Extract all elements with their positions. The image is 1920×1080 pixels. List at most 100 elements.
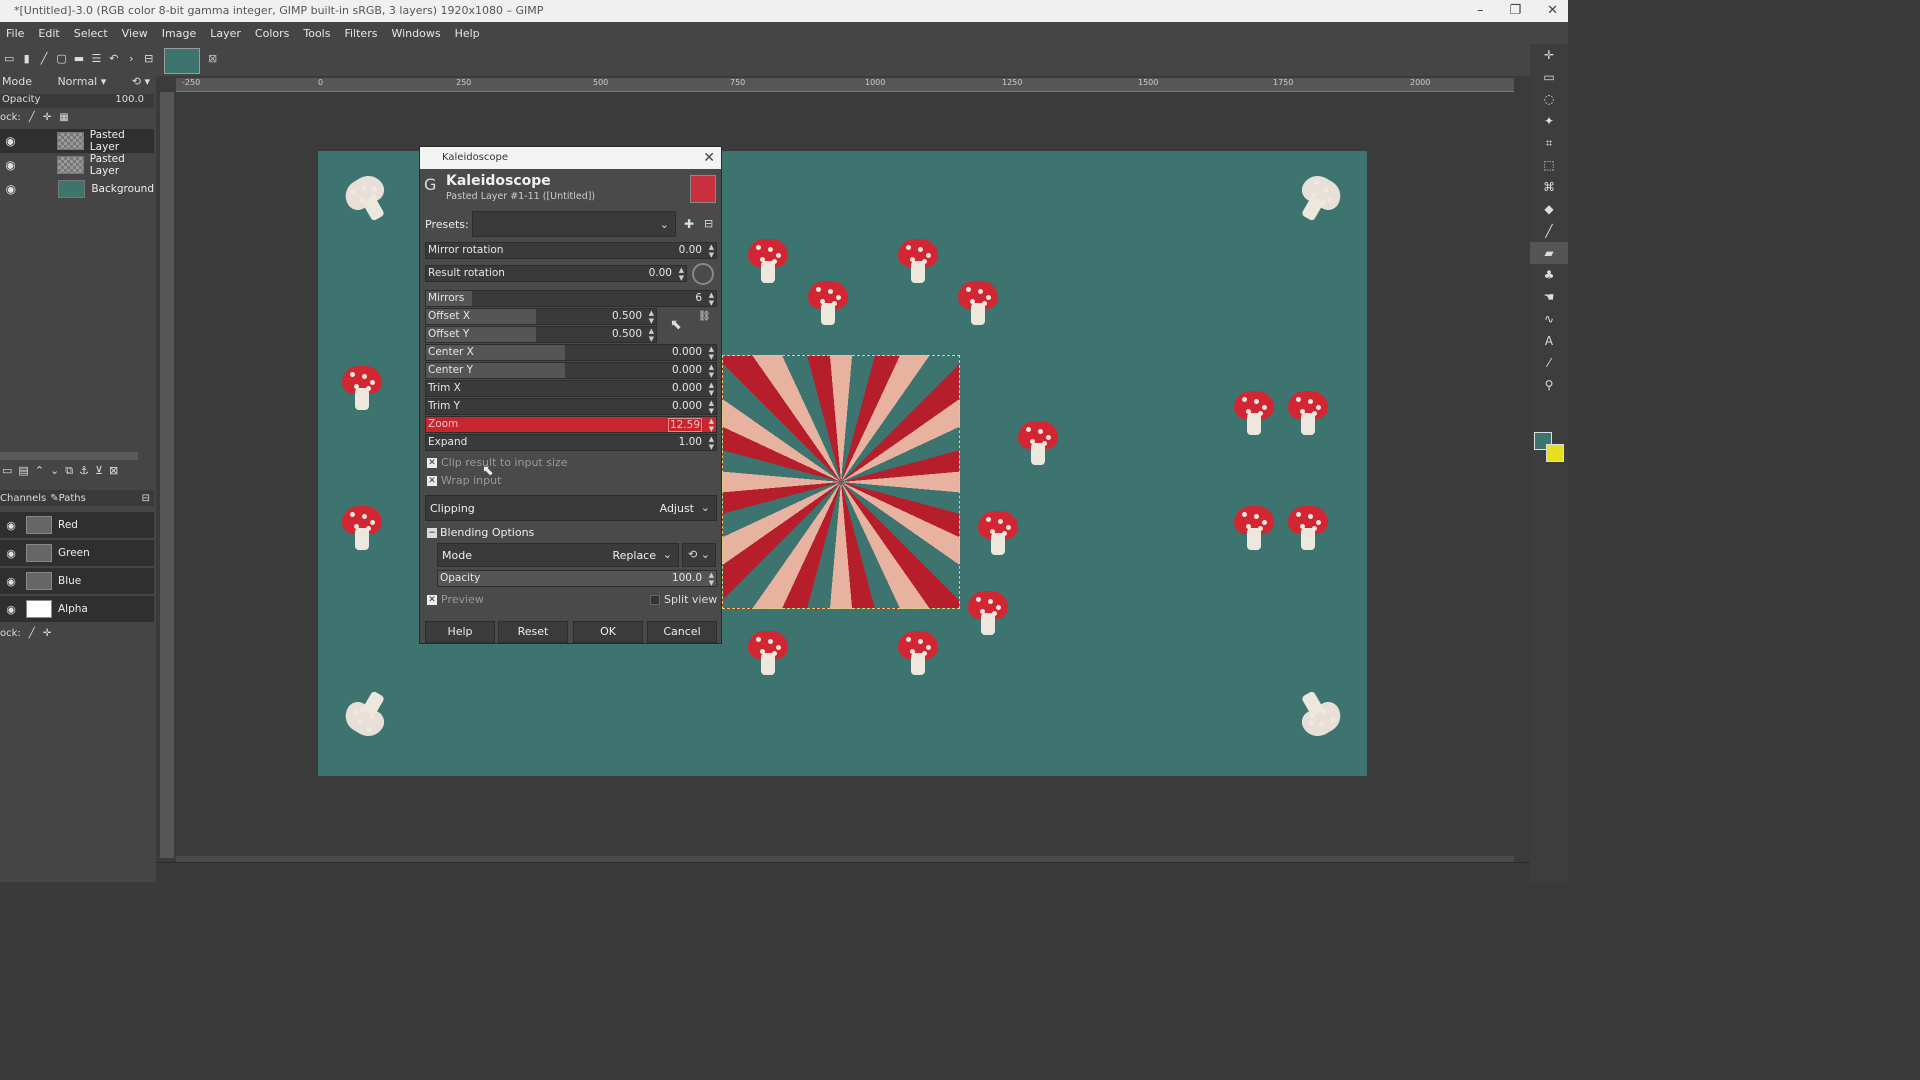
paintbrush-tool-icon[interactable]: ╱ xyxy=(1530,220,1568,242)
menu-edit[interactable]: Edit xyxy=(32,27,67,40)
spin-arrows-icon[interactable]: ▲ ▼ xyxy=(709,381,714,397)
cancel-button[interactable]: Cancel xyxy=(647,621,717,643)
tab-menu-icon[interactable]: ⊟ xyxy=(142,493,150,504)
new-layer-group-icon[interactable]: ▭ xyxy=(2,464,12,482)
visibility-eye-icon[interactable]: ◉ xyxy=(2,603,20,616)
new-image-icon[interactable]: ▭ xyxy=(2,51,16,66)
lock-position-icon[interactable]: ✛ xyxy=(43,628,51,642)
mirror-rotation-slider[interactable]: Mirror rotation 0.00 ▲ ▼ xyxy=(425,242,717,259)
menu-colors[interactable]: Colors xyxy=(249,27,297,40)
blending-options-label[interactable]: Blending Options xyxy=(440,526,534,539)
vertical-ruler[interactable] xyxy=(160,92,174,858)
menu-select[interactable]: Select xyxy=(68,27,116,40)
spin-arrows-icon[interactable]: ▲ ▼ xyxy=(679,266,684,282)
brush-icon[interactable]: ▮ xyxy=(19,51,33,66)
reset-button[interactable]: Reset xyxy=(498,621,568,643)
list-icon[interactable]: ☰ xyxy=(89,51,103,66)
visibility-eye-icon[interactable]: ◉ xyxy=(2,575,20,588)
channel-row[interactable]: ◉ Green xyxy=(0,540,154,566)
menu-file[interactable]: File xyxy=(0,27,32,40)
preview-checkbox[interactable]: ✕ xyxy=(427,595,437,605)
unified-transform-tool-icon[interactable]: ⬚ xyxy=(1530,154,1568,176)
menu-help[interactable]: Help xyxy=(449,27,488,40)
dialog-close-icon[interactable]: ✕ xyxy=(703,147,715,169)
clipping-dropdown[interactable]: Clipping Adjust ⌄ xyxy=(425,495,717,521)
mode-dropdown[interactable]: Normal ▾ xyxy=(57,75,106,88)
offset-y-slider[interactable]: Offset Y 0.500 ▲ ▼ xyxy=(425,326,657,343)
new-layer-icon[interactable]: ▤ xyxy=(18,464,28,482)
offset-x-slider[interactable]: Offset X 0.500 ▲ ▼ xyxy=(425,308,657,325)
tab-channels[interactable]: Channels xyxy=(0,493,46,504)
trim-x-slider[interactable]: Trim X 0.000 ▲ ▼ xyxy=(425,380,717,397)
visibility-eye-icon[interactable]: ◉ xyxy=(2,158,19,172)
channel-row[interactable]: ◉ Red xyxy=(0,512,154,538)
raise-layer-icon[interactable]: ⌃ xyxy=(35,464,44,482)
fuzzy-select-tool-icon[interactable]: ✦ xyxy=(1530,110,1568,132)
spin-arrows-icon[interactable]: ▲ ▼ xyxy=(709,417,714,433)
configure-icon[interactable]: ⊟ xyxy=(142,51,156,66)
mirrors-slider[interactable]: Mirrors 6 ▲ ▼ xyxy=(425,290,717,307)
spin-arrows-icon[interactable]: ▲ ▼ xyxy=(709,363,714,379)
background-color-swatch[interactable] xyxy=(1546,444,1564,462)
close-window-icon[interactable]: ✕ xyxy=(1547,0,1558,22)
preset-menu-icon[interactable]: ⊟ xyxy=(704,217,713,230)
display-icon[interactable]: ▢ xyxy=(54,51,68,66)
wrap-input-checkbox[interactable]: ✕ xyxy=(427,476,437,486)
image-tab-thumbnail[interactable] xyxy=(164,48,200,74)
move-tool-icon[interactable]: ✛ xyxy=(1530,44,1568,66)
chain-link-icon[interactable]: ⛓ xyxy=(698,312,711,322)
device-icon[interactable]: ▬ xyxy=(72,51,86,66)
visibility-eye-icon[interactable]: ◉ xyxy=(2,547,20,560)
lock-pixels-icon[interactable]: ╱ xyxy=(29,112,35,126)
bucket-fill-tool-icon[interactable]: ◆ xyxy=(1530,198,1568,220)
rotation-dial-icon[interactable] xyxy=(692,263,714,285)
dialog-titlebar[interactable]: Kaleidoscope ✕ xyxy=(420,147,721,169)
layer-row[interactable]: ◉ Pasted Layer xyxy=(0,153,154,177)
arrow-right-icon[interactable]: › xyxy=(124,51,138,66)
mode-reset-icon[interactable]: ⟲ ▾ xyxy=(132,75,150,88)
delete-layer-icon[interactable]: ⊠ xyxy=(109,464,118,482)
spin-arrows-icon[interactable]: ▲ ▼ xyxy=(709,291,714,307)
pick-coordinates-icon[interactable]: ⬉ xyxy=(670,317,682,333)
spin-arrows-icon[interactable]: ▲ ▼ xyxy=(649,327,654,343)
menu-image[interactable]: Image xyxy=(156,27,204,40)
spin-arrows-icon[interactable]: ▲ ▼ xyxy=(709,435,714,451)
center-x-slider[interactable]: Center X 0.000 ▲ ▼ xyxy=(425,344,717,361)
text-tool-icon[interactable]: A xyxy=(1530,330,1568,352)
blend-opacity-slider[interactable]: Opacity 100.0 ▲ ▼ xyxy=(437,570,717,587)
blend-mode-dropdown[interactable]: Mode Replace ⌄ xyxy=(437,543,679,567)
visibility-eye-icon[interactable]: ◉ xyxy=(2,134,19,148)
merge-layer-icon[interactable]: ⊻ xyxy=(95,464,103,482)
anchor-layer-icon[interactable]: ⚓ xyxy=(79,464,89,482)
lasso-tool-icon[interactable]: ◌ xyxy=(1530,88,1568,110)
lower-layer-icon[interactable]: ⌄ xyxy=(50,464,59,482)
presets-dropdown[interactable]: ⌄ xyxy=(472,211,676,237)
center-y-slider[interactable]: Center Y 0.000 ▲ ▼ xyxy=(425,362,717,379)
maximize-icon[interactable]: ❐ xyxy=(1509,0,1521,22)
eraser-tool-icon[interactable]: ▰ xyxy=(1530,242,1568,264)
add-preset-icon[interactable]: ✚ xyxy=(684,217,694,231)
kaleidoscope-preview-selection[interactable] xyxy=(722,355,960,609)
color-picker-tool-icon[interactable]: ⁄ xyxy=(1530,352,1568,374)
tab-paths[interactable]: ✎Paths xyxy=(50,493,86,504)
result-rotation-slider[interactable]: Result rotation 0.00 ▲ ▼ xyxy=(425,265,687,282)
duplicate-layer-icon[interactable]: ⧉ xyxy=(65,464,73,482)
spin-arrows-icon[interactable]: ▲ ▼ xyxy=(709,243,714,259)
undo-icon[interactable]: ↶ xyxy=(107,51,121,66)
ok-button[interactable]: OK xyxy=(573,621,643,643)
lock-alpha-icon[interactable]: ▦ xyxy=(59,112,68,126)
smudge-tool-icon[interactable]: ☚ xyxy=(1530,286,1568,308)
help-button[interactable]: Help xyxy=(425,621,495,643)
lock-pixels-icon[interactable]: ╱ xyxy=(29,628,35,642)
layer-row[interactable]: ◉ Background xyxy=(0,177,154,201)
rect-select-tool-icon[interactable]: ▭ xyxy=(1530,66,1568,88)
spin-arrows-icon[interactable]: ▲ ▼ xyxy=(709,399,714,415)
close-tab-icon[interactable]: ⊠ xyxy=(208,52,217,65)
composite-mode-dropdown[interactable]: ⟲ ⌄ xyxy=(682,543,716,567)
split-view-checkbox[interactable] xyxy=(650,595,660,605)
zoom-value-input[interactable]: 12.59 xyxy=(667,418,702,432)
channel-row[interactable]: ◉ Alpha xyxy=(0,596,154,622)
menu-layer[interactable]: Layer xyxy=(204,27,249,40)
menu-windows[interactable]: Windows xyxy=(385,27,448,40)
menu-tools[interactable]: Tools xyxy=(297,27,338,40)
